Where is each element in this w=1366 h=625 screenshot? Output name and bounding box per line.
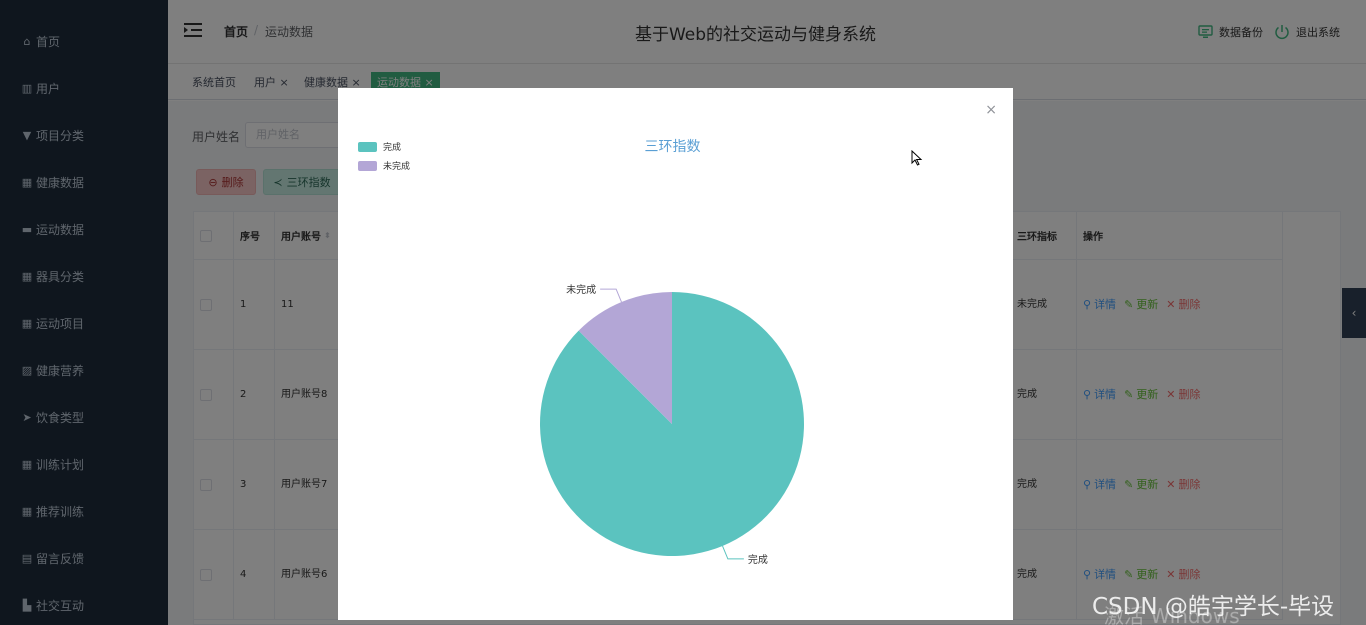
csdn-watermark: CSDN @皓宇学长-毕设 — [1092, 594, 1335, 620]
pie-label-line — [722, 545, 744, 560]
pie-label-line — [600, 288, 622, 303]
ring-index-dialog: × 三环指数 完成 未完成 完成 未完成 — [338, 88, 1013, 620]
mouse-cursor-icon — [911, 150, 923, 166]
pie-chart: 完成 未完成 — [540, 283, 805, 566]
pie-slice-label: 完成 — [748, 553, 768, 566]
pie-slice-label: 未完成 — [566, 283, 596, 296]
